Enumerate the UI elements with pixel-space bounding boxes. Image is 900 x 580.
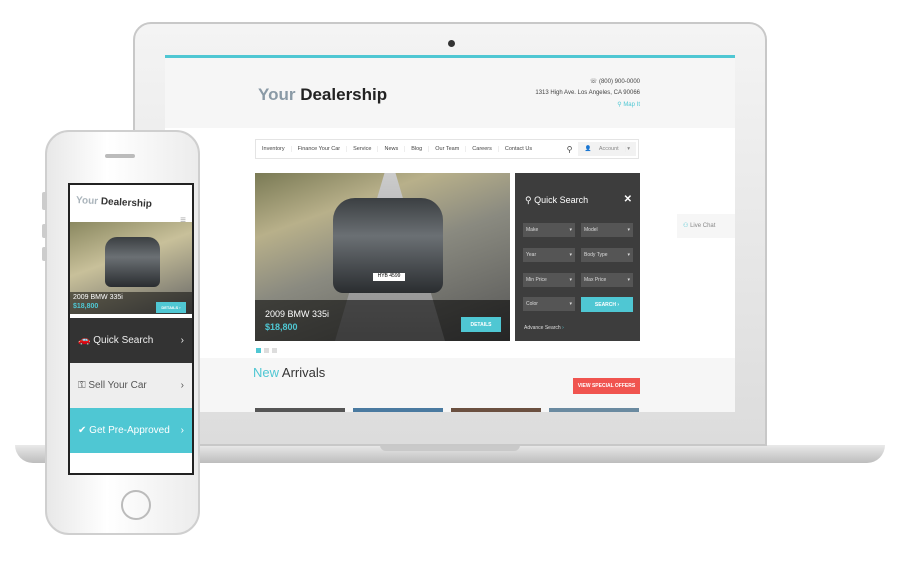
model-select[interactable]: Model ▾ [581, 223, 633, 237]
mobile-logo[interactable]: Your Dealership [76, 195, 152, 210]
nav-finance[interactable]: Finance Your Car [292, 146, 348, 152]
arrival-thumb[interactable] [353, 408, 443, 412]
arrivals-section [165, 358, 735, 412]
make-select[interactable]: Make ▾ [523, 223, 575, 237]
mobile-quick-search[interactable]: 🚗 Quick Search › [70, 318, 192, 363]
site-logo[interactable]: Your Dealership [258, 85, 387, 105]
main-nav: Inventory Finance Your Car Service News … [255, 139, 639, 159]
slide-price: $18,800 [265, 322, 298, 332]
search-button[interactable]: SEARCH › [581, 297, 633, 312]
nav-service[interactable]: Service [347, 146, 379, 152]
nav-news[interactable]: News [378, 146, 406, 152]
color-select[interactable]: Color ▾ [523, 297, 575, 311]
slider-dot[interactable] [264, 348, 269, 353]
min-price-select[interactable]: Min Price ▾ [523, 273, 575, 287]
account-dropdown[interactable]: 👤 Account ▾ [578, 142, 636, 156]
site-header [165, 58, 735, 128]
speaker [105, 154, 135, 158]
quick-search-panel: ⚲ Quick Search ✕ Make ▾ Model ▾ Year ▾ Body… [515, 173, 640, 341]
special-offers-button[interactable]: VIEW SPECIAL OFFERS [573, 378, 640, 394]
nav-our-team[interactable]: Our Team [429, 146, 467, 152]
slider-dot-active[interactable] [256, 348, 261, 353]
mobile-get-pre-approved[interactable]: ✔ Get Pre-Approved › [70, 408, 192, 453]
phone-button [42, 192, 47, 210]
max-price-select[interactable]: Max Price ▾ [581, 273, 633, 287]
quick-search-title: ⚲ Quick Search [525, 195, 589, 205]
arrival-thumb[interactable] [255, 408, 345, 412]
hero-slider[interactable]: HYB 4599 2009 BMW 335i $18,800 DETAILS [255, 173, 510, 341]
address: 1313 High Ave. Los Angeles, CA 90066 [535, 90, 640, 96]
year-select[interactable]: Year ▾ [523, 248, 575, 262]
laptop-screen: Your Dealership ☏ (800) 900-0000 1313 Hi… [165, 55, 735, 412]
slider-dot[interactable] [272, 348, 277, 353]
mobile-slide-title: 2009 BMW 335i [73, 294, 123, 301]
nav-inventory[interactable]: Inventory [256, 146, 292, 152]
slide-title: 2009 BMW 335i [265, 309, 330, 319]
nav-careers[interactable]: Careers [466, 146, 499, 152]
camera [448, 40, 455, 47]
body-type-select[interactable]: Body Type ▾ [581, 248, 633, 262]
mobile-hero[interactable]: 2009 BMW 335i $18,800 DETAILS › [70, 222, 192, 314]
phone: Your Dealership ≡ 2009 BMW 335i $18,800 … [42, 130, 200, 535]
mobile-sell-your-car[interactable]: ⚿ Sell Your Car › [70, 363, 192, 408]
search-icon[interactable]: ⚲ [561, 145, 579, 154]
laptop: Your Dealership ☏ (800) 900-0000 1313 Hi… [133, 22, 767, 446]
nav-blog[interactable]: Blog [405, 146, 430, 152]
phone-button [42, 224, 47, 238]
phone-screen: Your Dealership ≡ 2009 BMW 335i $18,800 … [68, 183, 194, 475]
mobile-details-button[interactable]: DETAILS › [156, 302, 186, 313]
license-plate: HYB 4599 [373, 273, 405, 281]
advanced-search-link[interactable]: Advance Search › [524, 325, 564, 331]
map-link[interactable]: ⚲ Map It [617, 101, 640, 108]
arrival-thumb[interactable] [451, 408, 541, 412]
mobile-slide-price: $18,800 [73, 303, 99, 310]
close-icon[interactable]: ✕ [624, 194, 632, 205]
car-image [105, 237, 160, 287]
arrival-thumb[interactable] [549, 408, 639, 412]
slider-dots [256, 348, 277, 353]
home-button[interactable] [121, 490, 151, 520]
phone-number: ☏ (800) 900-0000 [589, 79, 640, 85]
details-button[interactable]: DETAILS [461, 317, 501, 332]
arrivals-heading: New Arrivals [253, 365, 326, 380]
live-chat-button[interactable]: ⚇ Live Chat [677, 214, 735, 238]
phone-button [42, 247, 47, 261]
nav-contact[interactable]: Contact Us [499, 146, 538, 152]
